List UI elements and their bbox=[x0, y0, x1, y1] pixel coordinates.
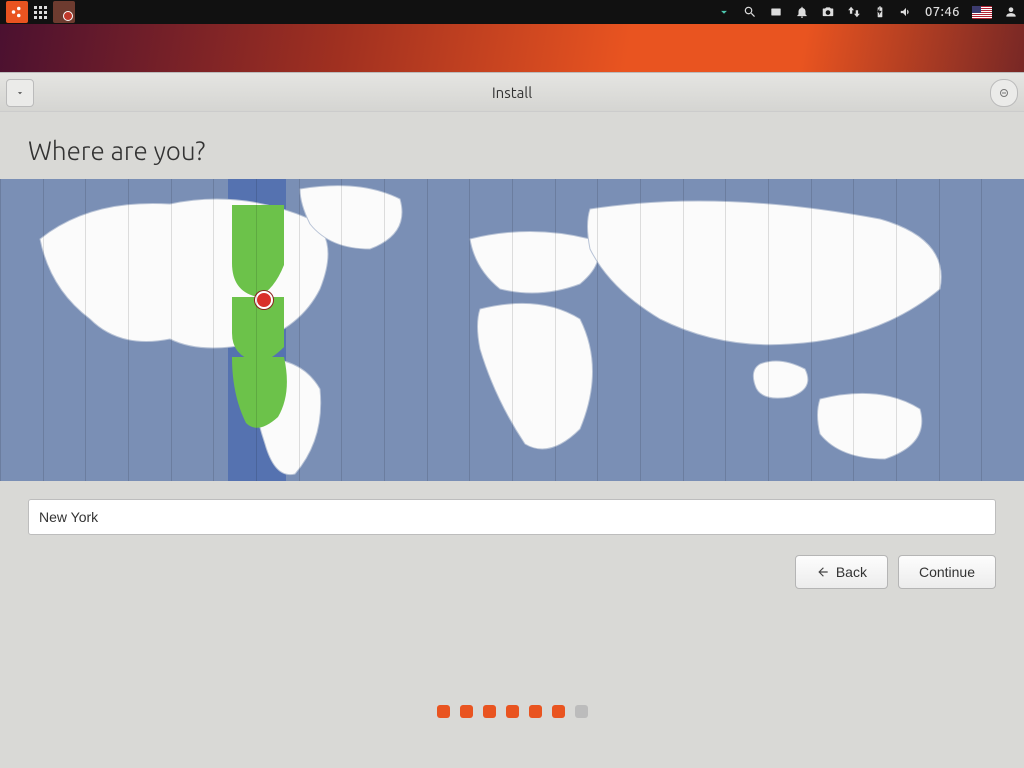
continue-button-label: Continue bbox=[919, 564, 975, 580]
tz-gridline bbox=[128, 179, 129, 481]
nav-button-row: Back Continue bbox=[28, 555, 996, 589]
tz-gridline bbox=[469, 179, 470, 481]
tz-gridline bbox=[171, 179, 172, 481]
search-icon[interactable] bbox=[743, 5, 757, 19]
progress-dot bbox=[483, 705, 496, 718]
tz-gridline bbox=[512, 179, 513, 481]
notification-bell-icon[interactable] bbox=[795, 5, 809, 19]
install-window: Install Where are you? /*placeholder*/ bbox=[0, 72, 1024, 768]
window-minimize-button[interactable] bbox=[990, 79, 1018, 107]
timezone-input[interactable] bbox=[28, 499, 996, 535]
progress-dots bbox=[0, 705, 1024, 718]
progress-dot bbox=[506, 705, 519, 718]
tz-gridline bbox=[853, 179, 854, 481]
tz-gridline bbox=[981, 179, 982, 481]
tz-gridline bbox=[555, 179, 556, 481]
tz-gridline bbox=[683, 179, 684, 481]
apps-grid-icon[interactable] bbox=[34, 6, 47, 19]
tz-gridline bbox=[640, 179, 641, 481]
progress-dot bbox=[437, 705, 450, 718]
tz-gridline bbox=[811, 179, 812, 481]
progress-dot bbox=[460, 705, 473, 718]
tz-gridline bbox=[85, 179, 86, 481]
workspace-icon[interactable] bbox=[769, 5, 783, 19]
tz-gridline bbox=[43, 179, 44, 481]
tz-gridline bbox=[597, 179, 598, 481]
activities-button[interactable] bbox=[6, 1, 28, 23]
chevron-down-icon bbox=[15, 88, 25, 98]
back-button-label: Back bbox=[836, 564, 867, 580]
window-menu-button[interactable] bbox=[6, 79, 34, 107]
top-panel: 07:46 bbox=[0, 0, 1024, 24]
tz-gridline bbox=[384, 179, 385, 481]
minimize-icon bbox=[998, 87, 1010, 99]
ubuntu-logo-icon bbox=[10, 5, 24, 19]
tz-gridline bbox=[725, 179, 726, 481]
tz-gridline bbox=[896, 179, 897, 481]
continue-button[interactable]: Continue bbox=[898, 555, 996, 589]
tz-gridline bbox=[341, 179, 342, 481]
network-updown-icon[interactable] bbox=[847, 5, 861, 19]
volume-icon[interactable] bbox=[899, 5, 913, 19]
keyboard-layout-flag-icon[interactable] bbox=[972, 6, 992, 19]
tz-gridline bbox=[299, 179, 300, 481]
window-titlebar: Install bbox=[0, 73, 1024, 112]
tz-gridline bbox=[213, 179, 214, 481]
back-button[interactable]: Back bbox=[795, 555, 888, 589]
window-content: Where are you? /*placeholder*/ bbox=[0, 112, 1024, 589]
tz-gridline bbox=[256, 179, 257, 481]
tz-gridline bbox=[0, 179, 1, 481]
tz-gridline bbox=[939, 179, 940, 481]
location-marker-icon bbox=[255, 291, 273, 309]
camera-icon[interactable] bbox=[821, 5, 835, 19]
arrow-left-icon bbox=[816, 565, 830, 579]
panel-clock[interactable]: 07:46 bbox=[925, 5, 960, 19]
user-icon[interactable] bbox=[1004, 5, 1018, 19]
window-title: Install bbox=[492, 84, 532, 101]
page-heading: Where are you? bbox=[28, 136, 996, 165]
progress-dot bbox=[575, 705, 588, 718]
installer-taskbar-item[interactable] bbox=[53, 1, 75, 23]
tz-gridline bbox=[427, 179, 428, 481]
tz-gridline bbox=[768, 179, 769, 481]
battery-icon[interactable] bbox=[873, 5, 887, 19]
timezone-map[interactable]: /*placeholder*/ bbox=[0, 179, 1024, 481]
progress-dot bbox=[552, 705, 565, 718]
chevron-down-icon[interactable] bbox=[717, 5, 731, 19]
progress-dot bbox=[529, 705, 542, 718]
